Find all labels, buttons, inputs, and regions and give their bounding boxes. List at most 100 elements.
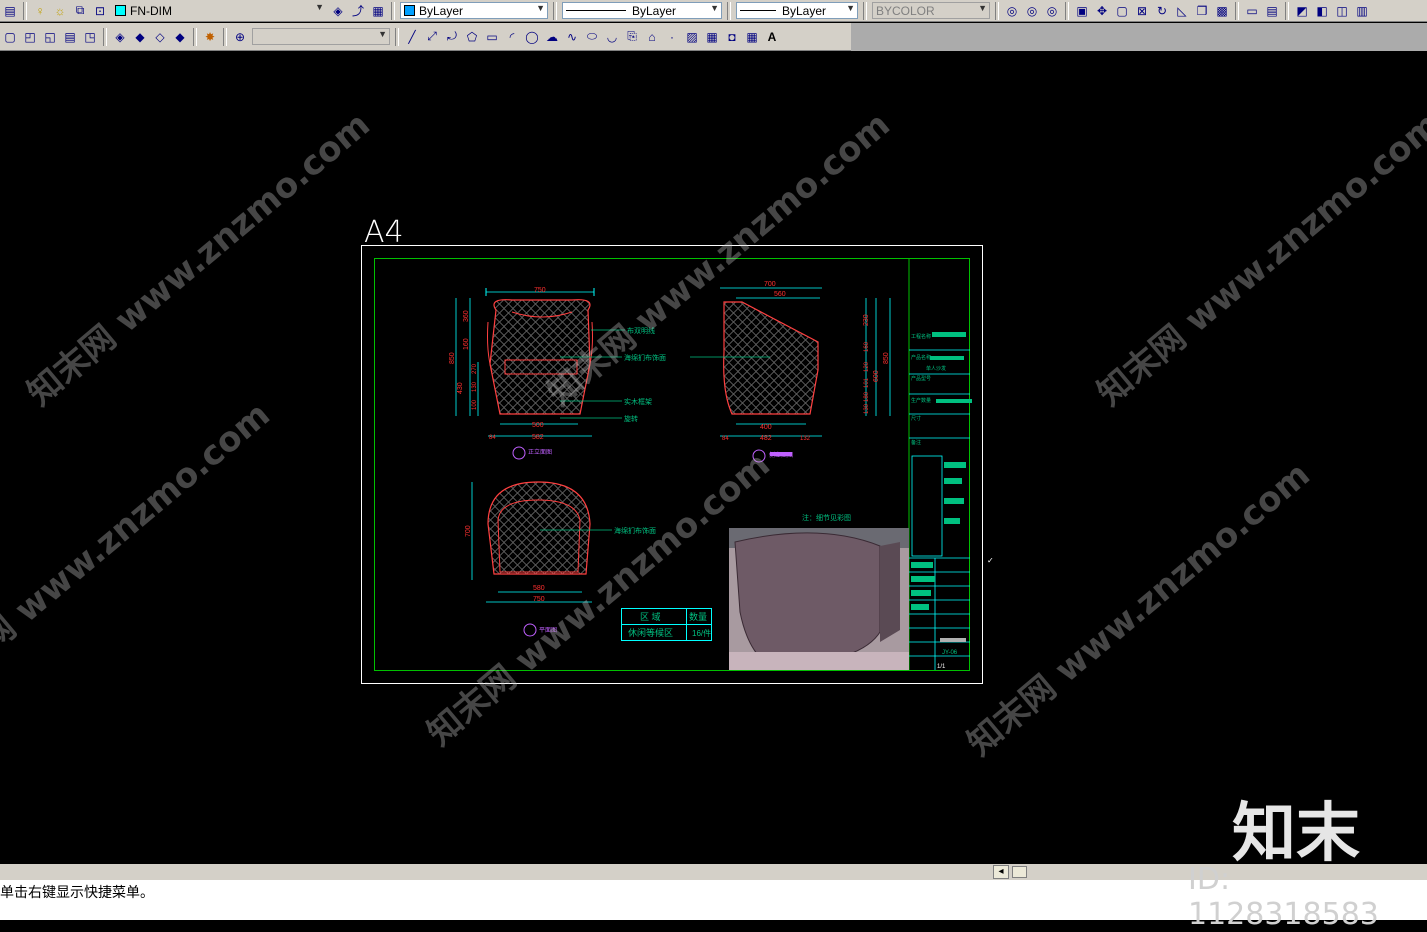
region-icon[interactable]: ◘ — [723, 28, 741, 46]
move-faces-icon[interactable]: ✥ — [1093, 2, 1111, 20]
line-icon[interactable]: ╱ — [403, 28, 421, 46]
rotate-faces-icon[interactable]: ↻ — [1153, 2, 1171, 20]
dim-front-top: 750 — [534, 287, 546, 294]
drawing-canvas[interactable]: A4 750 360 160 850 430 270 130 100 500 5… — [0, 52, 1427, 864]
copy-edges-icon[interactable]: ▭ — [1243, 2, 1261, 20]
site-logo: 知末 — [1232, 797, 1360, 864]
imprint-icon[interactable]: ◩ — [1293, 2, 1311, 20]
insert-block-icon[interactable]: ⎘ — [623, 28, 641, 46]
qty-row-area: 休闲等候区 — [628, 627, 673, 638]
dim-side-h5: 180 — [864, 391, 870, 402]
cone-icon[interactable]: ◱ — [41, 28, 59, 46]
image-id: ID: 1128318583 — [1188, 862, 1379, 932]
linetype-dropdown[interactable]: ByLayer ▼ — [562, 2, 722, 19]
construction-line-icon[interactable]: ⤢ — [423, 28, 441, 46]
point-icon[interactable]: · — [663, 28, 681, 46]
layer-previous-icon[interactable]: ⤴ — [349, 2, 367, 20]
title-bar-project — [932, 332, 966, 337]
ellipse-arc-icon[interactable]: ◡ — [603, 28, 621, 46]
tb-size: 尺寸 — [911, 415, 921, 422]
dim-side-total2: 600 — [873, 370, 880, 382]
color-edges-icon[interactable]: ▤ — [1263, 2, 1281, 20]
layer-manager-icon[interactable]: ▤ — [1, 2, 19, 20]
separate-icon[interactable]: ◫ — [1333, 2, 1351, 20]
dim-plan-inner: 580 — [533, 585, 545, 592]
dim-front-h-b: 130 — [472, 381, 478, 392]
layer-dropdown[interactable]: FN-DIM ▼ — [112, 2, 326, 19]
photo-caption: 注：细节见彩图 — [802, 513, 851, 522]
delete-faces-icon[interactable]: ⊠ — [1133, 2, 1151, 20]
wedge-icon[interactable]: ◰ — [21, 28, 39, 46]
extrude-faces-icon[interactable]: ▣ — [1073, 2, 1091, 20]
lineweight-dropdown[interactable]: ByLayer ▼ — [736, 2, 858, 19]
dim-plan-h: 700 — [465, 525, 472, 537]
shade-iso-icon[interactable]: ◈ — [111, 28, 129, 46]
zoom-icon[interactable]: ⊕ — [231, 28, 249, 46]
render-icon[interactable]: ✸ — [201, 28, 219, 46]
arc-icon[interactable]: ◜ — [503, 28, 521, 46]
spline-icon[interactable]: ∿ — [563, 28, 581, 46]
box-icon[interactable]: ▢ — [1, 28, 19, 46]
rectangle-icon[interactable]: ▭ — [483, 28, 501, 46]
dim-side-top2: 560 — [774, 291, 786, 298]
chevron-down-icon: ▼ — [978, 3, 987, 13]
separator — [23, 1, 27, 20]
scroll-left-button[interactable]: ◂ — [993, 865, 1009, 879]
revcloud-icon[interactable]: ☁ — [543, 28, 561, 46]
dim-side-inner: 400 — [760, 424, 772, 431]
dim-front-h-top: 360 — [463, 310, 470, 322]
offset-faces-icon[interactable]: ▢ — [1113, 2, 1131, 20]
separator — [391, 1, 395, 20]
ellipse-icon[interactable]: ⬭ — [583, 28, 601, 46]
tb-page: 1/1 — [937, 664, 946, 670]
subtract-icon[interactable]: ◎ — [1023, 2, 1041, 20]
lineweight-value: ByLayer — [782, 3, 827, 18]
color-faces-icon[interactable]: ▩ — [1213, 2, 1231, 20]
color-dropdown[interactable]: ByLayer ▼ — [400, 2, 548, 19]
dim-side-h3: 120 — [864, 361, 870, 372]
shade-side-icon[interactable]: ◆ — [171, 28, 189, 46]
table-icon[interactable]: ▦ — [743, 28, 761, 46]
polygon-icon[interactable]: ⬠ — [463, 28, 481, 46]
view-label-side: 侧立面图 — [769, 451, 793, 459]
intersect-icon[interactable]: ◎ — [1043, 2, 1061, 20]
shade-front-icon[interactable]: ◆ — [131, 28, 149, 46]
circle-icon[interactable]: ◯ — [523, 28, 541, 46]
cylinder-icon[interactable]: ▤ — [61, 28, 79, 46]
side-elevation-view — [690, 287, 891, 463]
sun-icon[interactable]: ☼ — [51, 2, 69, 20]
plotstyle-value: BYCOLOR — [876, 3, 935, 18]
clean-icon[interactable]: ◧ — [1313, 2, 1331, 20]
lineweight-sample — [740, 10, 776, 11]
multiline-text-icon[interactable]: A — [763, 28, 781, 46]
layer-state-icon[interactable]: ◈ — [329, 2, 347, 20]
torus-icon[interactable]: ◳ — [81, 28, 99, 46]
freeze-icon[interactable]: ⧉ — [71, 2, 89, 20]
dim-front-h-total: 850 — [449, 352, 456, 364]
lock-icon[interactable]: ⊡ — [91, 2, 109, 20]
shade-top-icon[interactable]: ◇ — [151, 28, 169, 46]
plotstyle-dropdown[interactable]: BYCOLOR ▼ — [872, 2, 990, 19]
hatch-icon[interactable]: ▨ — [683, 28, 701, 46]
copy-faces-icon[interactable]: ❐ — [1193, 2, 1211, 20]
qty-row-count: 16/件 — [692, 628, 711, 638]
taper-faces-icon[interactable]: ◺ — [1173, 2, 1191, 20]
layer-iso-icon[interactable]: ▦ — [369, 2, 387, 20]
dim-front-h-c: 100 — [472, 399, 478, 410]
chevron-down-icon: ▼ — [536, 3, 545, 13]
tb-qty: 生产数量 — [911, 397, 931, 404]
gradient-icon[interactable]: ▦ — [703, 28, 721, 46]
tb-bar-4 — [911, 604, 929, 610]
chevron-down-icon: ▼ — [378, 29, 387, 39]
view-dropdown[interactable]: ▼ — [252, 28, 390, 45]
separator — [193, 27, 197, 46]
union-icon[interactable]: ◎ — [1003, 2, 1021, 20]
polyline-icon[interactable]: ⤾ — [443, 28, 461, 46]
toolbar-empty-area — [851, 23, 1427, 51]
shell-icon[interactable]: ▥ — [1353, 2, 1371, 20]
scroll-thumb[interactable] — [1012, 866, 1027, 878]
properties-toolbar: ▤ ♀ ☼ ⧉ ⊡ FN-DIM ▼ ◈ ⤴ ▦ ByLayer ▼ ByLay… — [0, 0, 1427, 22]
make-block-icon[interactable]: ⌂ — [643, 28, 661, 46]
color-swatch — [404, 5, 415, 16]
bulb-icon[interactable]: ♀ — [31, 2, 49, 20]
